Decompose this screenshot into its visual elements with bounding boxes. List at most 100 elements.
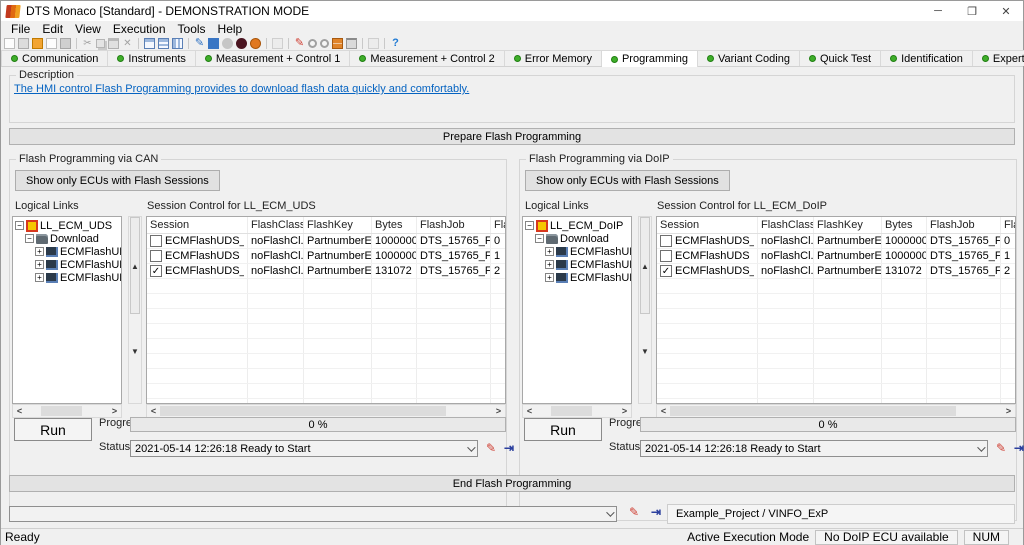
clear-status-icon[interactable]: ✎ <box>994 441 1008 455</box>
tab-communication[interactable]: Communication <box>1 50 108 66</box>
tab-measurement-control-1[interactable]: Measurement + Control 1 <box>196 50 350 66</box>
export-log-icon[interactable]: ⇥ <box>649 505 663 519</box>
tree-item[interactable]: +ECMFlashUDS <box>523 258 631 271</box>
status-combo[interactable]: 2021-05-14 12:26:18 Ready to Start <box>640 440 988 457</box>
collapse-icon[interactable]: − <box>25 234 34 243</box>
globe-icon[interactable] <box>250 38 261 49</box>
col-flashkey[interactable]: FlashKey <box>814 217 882 233</box>
tab-programming[interactable]: Programming <box>602 50 698 67</box>
scroll-right-icon[interactable]: > <box>1002 406 1015 416</box>
cut-icon[interactable] <box>82 38 93 49</box>
collapse-icon[interactable]: − <box>15 221 24 230</box>
tab-identification[interactable]: Identification <box>881 50 973 66</box>
tree-item[interactable]: −LL_ECM_UDS <box>13 219 121 232</box>
layout-cascade-icon[interactable] <box>144 38 155 49</box>
session-checkbox[interactable] <box>660 250 672 262</box>
scroll-left-icon[interactable]: < <box>147 406 160 416</box>
col-flashjob[interactable]: FlashJob <box>927 217 1001 233</box>
tree-item[interactable]: +ECMFlashUDS_ <box>13 271 121 284</box>
tab-error-memory[interactable]: Error Memory <box>505 50 602 66</box>
edit-pen-icon[interactable] <box>194 38 205 49</box>
session-row[interactable]: ECMFlashUDSnoFlashCl...PartnumberE...100… <box>147 249 505 264</box>
expand-icon[interactable]: + <box>35 260 44 269</box>
run-button[interactable]: Run <box>524 418 602 441</box>
menu-help[interactable]: Help <box>212 21 249 37</box>
scroll-right-icon[interactable]: > <box>108 406 121 416</box>
delete-icon[interactable] <box>122 38 133 49</box>
record-icon[interactable] <box>236 38 247 49</box>
menu-tools[interactable]: Tools <box>172 21 212 37</box>
tree-item[interactable]: +ECMFlashUDS_ <box>523 271 631 284</box>
tab-expert-diagnostics[interactable]: Expert diagnostics <box>973 50 1024 66</box>
open-file-icon[interactable] <box>18 38 29 49</box>
scroll-right-icon[interactable]: > <box>492 406 505 416</box>
save-icon[interactable] <box>60 38 71 49</box>
menu-edit[interactable]: Edit <box>36 21 69 37</box>
table-vscrollbar[interactable]: ▲ ▼ <box>128 216 142 404</box>
scroll-left-icon[interactable]: < <box>523 406 536 416</box>
filter-flash-sessions-button[interactable]: Show only ECUs with Flash Sessions <box>15 170 220 191</box>
table-vscrollbar[interactable]: ▲ ▼ <box>638 216 652 404</box>
tree-item[interactable]: −Download <box>13 232 121 245</box>
tree-hscrollbar[interactable]: < > <box>12 404 122 418</box>
session-row[interactable]: ECMFlashUDSnoFlashCl...PartnumberE...100… <box>657 249 1015 264</box>
global-status-combo[interactable] <box>9 506 617 522</box>
col-flashclass[interactable]: FlashClass <box>758 217 814 233</box>
session-checkbox[interactable] <box>150 235 162 247</box>
tree-hscrollbar[interactable]: < > <box>522 404 632 418</box>
zoom-drop-icon[interactable] <box>320 39 329 48</box>
layout-tile-horizontal-icon[interactable] <box>158 38 169 49</box>
status-combo[interactable]: 2021-05-14 12:26:18 Ready to Start <box>130 440 478 457</box>
filter-flash-sessions-button[interactable]: Show only ECUs with Flash Sessions <box>525 170 730 191</box>
scroll-right-icon[interactable]: > <box>618 406 631 416</box>
layout-tile-vertical-icon[interactable] <box>172 38 183 49</box>
description-link[interactable]: The HMI control Flash Programming provid… <box>14 83 469 95</box>
session-checkbox[interactable] <box>150 250 162 262</box>
col-flashclass[interactable]: FlashClass <box>248 217 304 233</box>
end-flash-button[interactable]: End Flash Programming <box>9 475 1015 492</box>
clear-status-icon[interactable]: ✎ <box>484 441 498 455</box>
col-session[interactable]: Session <box>147 217 248 233</box>
tree-item[interactable]: −Download <box>523 232 631 245</box>
col-flashjob[interactable]: FlashJob <box>417 217 491 233</box>
pause-icon[interactable] <box>222 38 233 49</box>
expand-icon[interactable]: + <box>545 247 554 256</box>
minimize-icon[interactable]: ─ <box>921 1 955 21</box>
tab-instruments[interactable]: Instruments <box>108 50 195 66</box>
tree-item[interactable]: +ECMFlashUDS <box>13 258 121 271</box>
tree-item[interactable]: +ECMFlashUDS_ <box>523 245 631 258</box>
session-row[interactable]: ECMFlashUDS_...noFlashCl...PartnumberE..… <box>147 234 505 249</box>
paste-icon[interactable] <box>108 38 119 49</box>
clipboard-icon[interactable] <box>346 38 357 49</box>
menu-file[interactable]: File <box>5 21 36 37</box>
scroll-left-icon[interactable]: < <box>13 406 26 416</box>
new-file-icon[interactable] <box>4 38 15 49</box>
session-checkbox[interactable] <box>660 235 672 247</box>
session-row[interactable]: ✓ECMFlashUDS_...noFlashCl...PartnumberE.… <box>147 264 505 279</box>
export-log-icon[interactable]: ⇥ <box>502 441 516 455</box>
expand-icon[interactable]: + <box>545 273 554 282</box>
table-hscrollbar[interactable]: < > <box>146 404 506 418</box>
session-row[interactable]: ECMFlashUDS_...noFlashCl...PartnumberE..… <box>657 234 1015 249</box>
collapse-icon[interactable]: − <box>535 234 544 243</box>
restore-icon[interactable]: ❐ <box>955 1 989 21</box>
tab-quick-test[interactable]: Quick Test <box>800 50 881 66</box>
stop-icon[interactable] <box>208 38 219 49</box>
scroll-up-icon[interactable]: ▲ <box>129 262 141 271</box>
prepare-flash-button[interactable]: Prepare Flash Programming <box>9 128 1015 145</box>
copy-icon[interactable] <box>96 39 105 48</box>
col-flashkey[interactable]: FlashKey <box>304 217 372 233</box>
marker-pen-icon[interactable] <box>294 38 305 49</box>
workspace-icon[interactable] <box>332 38 343 49</box>
tab-variant-coding[interactable]: Variant Coding <box>698 50 800 66</box>
col-bytes[interactable]: Bytes <box>882 217 927 233</box>
help-icon[interactable] <box>390 38 401 49</box>
menu-execution[interactable]: Execution <box>107 21 172 37</box>
tree-item[interactable]: −LL_ECM_DoIP <box>523 219 631 232</box>
tab-measurement-control-2[interactable]: Measurement + Control 2 <box>350 50 504 66</box>
session-checkbox[interactable]: ✓ <box>150 265 162 277</box>
col-flashindex[interactable]: Flas <box>1001 217 1015 233</box>
col-flashindex[interactable]: Flas <box>491 217 505 233</box>
open-project-icon[interactable] <box>32 38 43 49</box>
col-bytes[interactable]: Bytes <box>372 217 417 233</box>
